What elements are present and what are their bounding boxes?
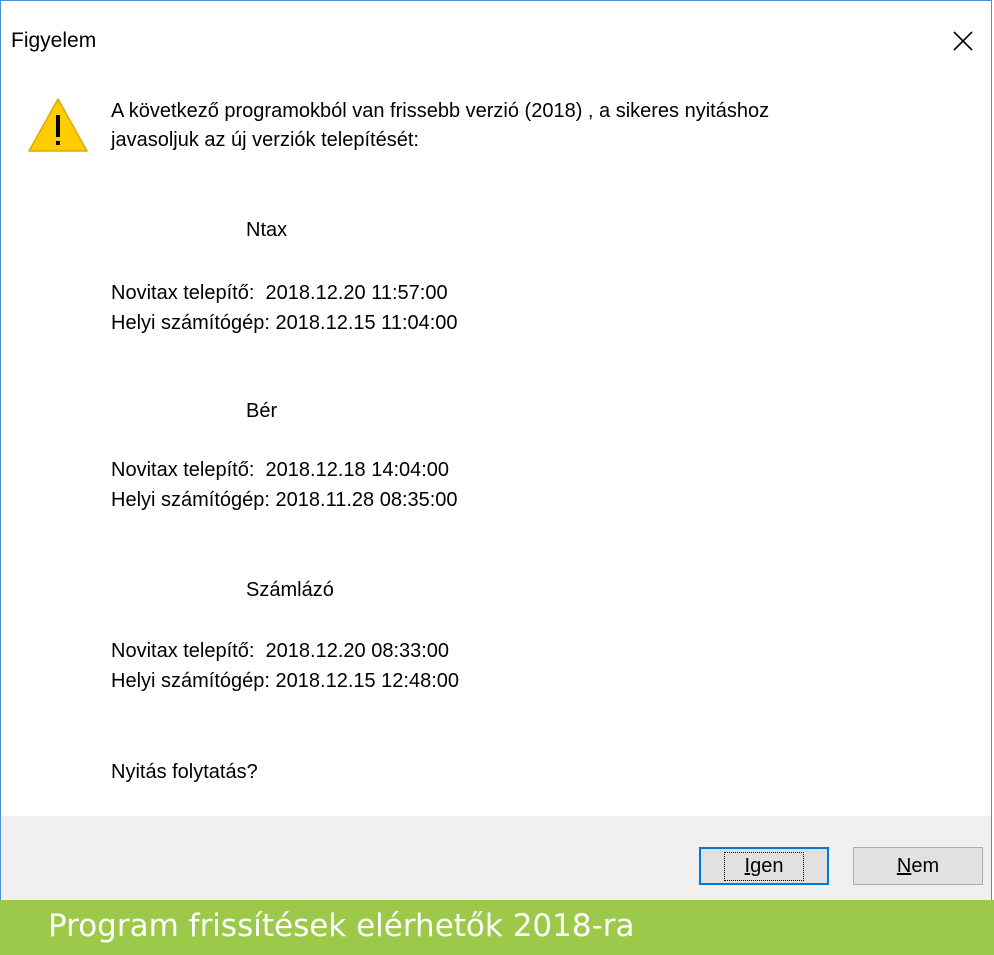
warning-icon (28, 98, 88, 152)
installer-value: 2018.12.18 14:04:00 (265, 459, 450, 481)
banner-text: Program frissítések elérhetők 2018-ra (48, 908, 635, 944)
installer-label: Novitax telepítő: (111, 459, 255, 481)
intro-line-2: javasoljuk az új verziók telepítését: (111, 129, 419, 151)
installer-label: Novitax telepítő: (111, 282, 255, 304)
title-bar[interactable]: Figyelem (1, 1, 991, 81)
installer-row: Novitax telepítő: 2018.12.20 08:33:00 (111, 640, 449, 663)
local-label: Helyi számítógép: (111, 489, 270, 511)
installer-label: Novitax telepítő: (111, 640, 255, 662)
dialog-window: Figyelem A következő programokból van fr… (0, 0, 992, 901)
program-name: Ntax (246, 219, 288, 241)
window-title: Figyelem (11, 29, 97, 52)
intro-line-1: A következő programokból van frissebb ve… (111, 100, 770, 122)
no-button[interactable]: Nem (853, 847, 983, 885)
local-row: Helyi számítógép: 2018.11.28 08:35:00 (111, 489, 458, 512)
yes-label: gen (750, 854, 784, 877)
yes-button[interactable]: Igen (699, 847, 829, 885)
program-name: Bér (246, 400, 278, 422)
local-value: 2018.11.28 08:35:00 (275, 489, 458, 511)
local-label: Helyi számítógép: (111, 670, 270, 692)
local-value: 2018.12.15 11:04:00 (275, 312, 458, 334)
close-icon (953, 31, 973, 51)
local-value: 2018.12.15 12:48:00 (275, 670, 460, 692)
no-label: em (911, 854, 940, 877)
no-mnemonic: N (896, 854, 912, 877)
caption-banner: Program frissítések elérhetők 2018-ra (0, 900, 994, 955)
local-row: Helyi számítógép: 2018.12.15 12:48:00 (111, 670, 459, 693)
program-name: Számlázó (246, 579, 334, 601)
button-bar: Igen Nem (1, 816, 991, 901)
close-button[interactable] (943, 21, 983, 61)
intro-message: A következő programokból van frissebb ve… (111, 97, 961, 155)
focus-rect: Igen (723, 851, 805, 881)
installer-value: 2018.12.20 11:57:00 (265, 282, 448, 304)
local-row: Helyi számítógép: 2018.12.15 11:04:00 (111, 312, 458, 335)
installer-value: 2018.12.20 08:33:00 (265, 640, 450, 662)
installer-row: Novitax telepítő: 2018.12.20 11:57:00 (111, 282, 448, 305)
installer-row: Novitax telepítő: 2018.12.18 14:04:00 (111, 459, 449, 482)
question-text: Nyitás folytatás? (111, 761, 258, 783)
local-label: Helyi számítógép: (111, 312, 270, 334)
